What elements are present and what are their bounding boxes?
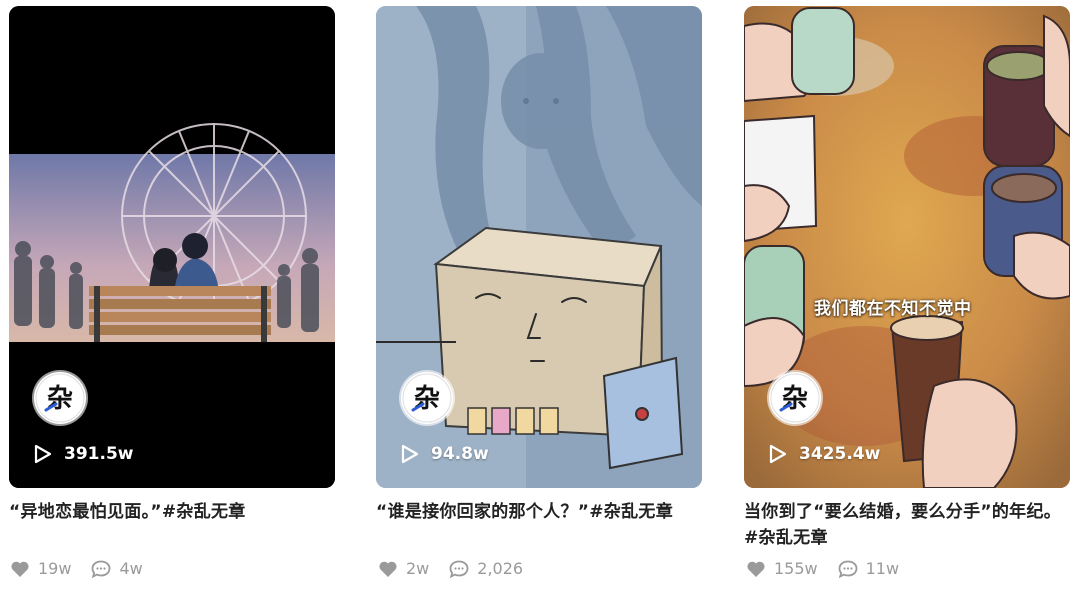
author-avatar[interactable]: 杂	[401, 372, 453, 424]
comment-icon	[838, 560, 858, 578]
play-icon	[34, 444, 52, 464]
like-count[interactable]: 155w	[746, 559, 818, 578]
like-count[interactable]: 2w	[378, 559, 429, 578]
zaluan-logo-icon: 杂	[402, 373, 452, 423]
heart-icon	[379, 561, 397, 577]
video-thumbnail[interactable]: 杂 94.8w	[376, 6, 702, 488]
zaluan-logo-icon: 杂	[35, 373, 85, 423]
play-count: 391.5w	[34, 443, 133, 465]
video-thumbnail[interactable]: 杂 391.5w	[9, 6, 335, 488]
heart-icon	[11, 561, 29, 577]
heart-icon	[747, 561, 765, 577]
comment-icon	[92, 560, 111, 578]
video-stats-2: 2w 2,026	[378, 559, 543, 578]
like-count-value: 155w	[774, 559, 818, 578]
video-title[interactable]: “谁是接你回家的那个人？”#杂乱无章	[376, 499, 702, 551]
video-stats-3: 155w 11w	[746, 559, 919, 578]
svg-text:杂: 杂	[414, 384, 440, 414]
play-count: 94.8w	[401, 443, 489, 465]
author-avatar[interactable]: 杂	[769, 372, 821, 424]
like-count-value: 19w	[38, 559, 72, 578]
play-count-value: 391.5w	[64, 444, 134, 464]
video-title[interactable]: “异地恋最怕见面。”#杂乱无章	[9, 499, 335, 551]
video-card-3[interactable]: 我们都在不知不觉中 杂 3425.4w 当你到了“要么结婚，要么分手”的年纪。#…	[744, 6, 1070, 551]
video-overlay-caption: 我们都在不知不觉中	[814, 299, 972, 319]
comment-count-value: 2,026	[477, 559, 524, 578]
comment-icon	[449, 560, 469, 578]
video-card-1[interactable]: 杂 391.5w “异地恋最怕见面。”#杂乱无章	[9, 6, 335, 551]
like-count[interactable]: 19w	[10, 559, 71, 578]
zaluan-logo-icon: 杂	[770, 373, 820, 423]
play-count-value: 3425.4w	[799, 444, 881, 464]
comment-count[interactable]: 4w	[91, 559, 143, 578]
play-count-value: 94.8w	[431, 444, 489, 464]
play-icon	[769, 444, 787, 464]
author-avatar[interactable]: 杂	[34, 372, 86, 424]
comment-count-value: 11w	[865, 559, 900, 578]
video-card-2[interactable]: 杂 94.8w “谁是接你回家的那个人？”#杂乱无章	[376, 6, 702, 551]
comment-count-value: 4w	[119, 559, 143, 578]
comment-count[interactable]: 2,026	[449, 559, 523, 578]
svg-text:杂: 杂	[782, 384, 808, 414]
comment-count[interactable]: 11w	[838, 559, 899, 578]
video-thumbnail[interactable]: 我们都在不知不觉中 杂 3425.4w	[744, 6, 1070, 488]
video-stats-1: 19w 4w	[10, 559, 163, 578]
play-count: 3425.4w	[769, 443, 880, 465]
svg-text:杂: 杂	[47, 384, 73, 414]
like-count-value: 2w	[406, 559, 430, 578]
video-grid: 杂 391.5w “异地恋最怕见面。”#杂乱无章 19w 4w 杂 94.8w …	[0, 0, 1080, 590]
video-title[interactable]: 当你到了“要么结婚，要么分手”的年纪。#杂乱无章	[744, 499, 1070, 551]
play-icon	[401, 444, 419, 464]
